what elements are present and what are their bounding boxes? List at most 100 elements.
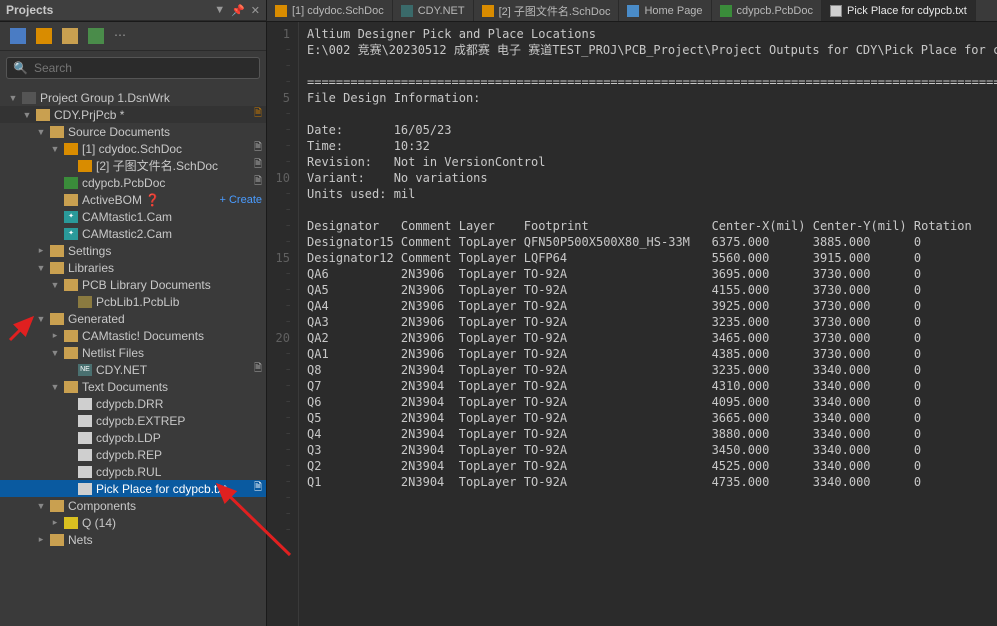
file-icon xyxy=(64,330,78,342)
file-icon xyxy=(50,245,64,257)
file-icon xyxy=(78,296,92,308)
tree-node[interactable]: ▼ Libraries xyxy=(0,259,266,276)
chevron-icon[interactable]: ▼ xyxy=(36,127,46,137)
chevron-icon[interactable]: ▸ xyxy=(50,330,60,341)
file-icon xyxy=(64,194,78,206)
file-icon xyxy=(78,466,92,478)
tree-node[interactable]: ▸Settings xyxy=(0,242,266,259)
chevron-icon[interactable]: ▼ xyxy=(50,382,60,392)
file-icon: ✦ xyxy=(64,228,78,240)
node-label: CAMtastic2.Cam xyxy=(82,227,262,241)
refresh-icon[interactable] xyxy=(88,28,104,44)
panel-close-icon[interactable]: ✕ xyxy=(251,4,260,17)
file-icon xyxy=(50,262,64,274)
file-icon: NE xyxy=(78,364,92,376)
tree-node[interactable]: ✦ CAMtastic2.Cam xyxy=(0,225,266,242)
tab-cdy-net[interactable]: CDY.NET xyxy=(393,0,474,21)
tree-node[interactable]: ▼Generated xyxy=(0,310,266,327)
tree-node[interactable]: cdypcb.LDP xyxy=(0,429,266,446)
status-icon: 🗎 xyxy=(250,157,262,174)
tab-home-page[interactable]: Home Page xyxy=(619,0,711,21)
chevron-icon[interactable]: ▸ xyxy=(50,517,60,528)
chevron-icon[interactable]: ▸ xyxy=(36,534,46,545)
chevron-icon[interactable]: ▼ xyxy=(8,93,18,103)
tab-cdypcb-pcbdoc[interactable]: cdypcb.PcbDoc xyxy=(712,0,822,21)
panel-pin-icon[interactable]: 📌 xyxy=(231,4,245,17)
node-label: Nets xyxy=(68,533,262,547)
tree-node[interactable]: Pick Place for cdypcb.txt🗎 xyxy=(0,480,266,497)
tree-node[interactable]: ▼ Source Documents xyxy=(0,123,266,140)
search-icon: 🔍 xyxy=(13,61,28,75)
tree-node[interactable]: ▼ Project Group 1.DsnWrk xyxy=(0,89,266,106)
tree-node[interactable]: ▼Netlist Files xyxy=(0,344,266,361)
chevron-icon[interactable]: ▼ xyxy=(50,144,60,154)
search-bar[interactable]: 🔍 xyxy=(6,57,260,79)
node-label: Project Group 1.DsnWrk xyxy=(40,91,262,105)
file-icon: ✦ xyxy=(64,211,78,223)
chevron-icon[interactable]: ▼ xyxy=(36,314,46,324)
chevron-icon[interactable]: ▼ xyxy=(36,501,46,511)
tree-node[interactable]: cdypcb.DRR xyxy=(0,395,266,412)
tree-node[interactable]: NECDY.NET🗎 xyxy=(0,361,266,378)
tree-node[interactable]: ▼[1] cdydoc.SchDoc🗎 xyxy=(0,140,266,157)
file-icon xyxy=(50,313,64,325)
node-label: cdypcb.EXTREP xyxy=(96,414,262,428)
create-link[interactable]: + Create xyxy=(220,194,263,206)
open-project-icon[interactable] xyxy=(62,28,78,44)
tab-label: CDY.NET xyxy=(418,5,465,17)
tab--1-cdydoc-schdoc[interactable]: [1] cdydoc.SchDoc xyxy=(267,0,393,21)
tree-node[interactable]: ▸CAMtastic! Documents xyxy=(0,327,266,344)
tree-node[interactable]: ▸Q (14) xyxy=(0,514,266,531)
tree-node[interactable]: ▸ Nets xyxy=(0,531,266,548)
compile-icon[interactable] xyxy=(36,28,52,44)
code-content: Altium Designer Pick and Place Locations… xyxy=(307,26,989,490)
tab-label: Pick Place for cdypcb.txt xyxy=(847,5,967,17)
node-label: Libraries xyxy=(68,261,262,275)
save-icon[interactable] xyxy=(10,28,26,44)
text-editor: 1———5————10————15————20———————————— Alti… xyxy=(267,22,997,626)
tree-node[interactable]: ▼Components xyxy=(0,497,266,514)
tree-node[interactable]: ▼Text Documents xyxy=(0,378,266,395)
chevron-icon[interactable]: ▼ xyxy=(50,280,60,290)
search-input[interactable] xyxy=(34,61,253,75)
node-label: ActiveBOM ❓ xyxy=(82,193,212,207)
sch-icon xyxy=(275,5,287,17)
tree-node[interactable]: ▼CDY.PrjPcb *🗎 xyxy=(0,106,266,123)
tab-label: Home Page xyxy=(644,5,702,17)
toolbar-more-icon[interactable]: ⋯ xyxy=(114,28,130,44)
tree-node[interactable]: ✦ CAMtastic1.Cam xyxy=(0,208,266,225)
chevron-icon[interactable]: ▼ xyxy=(22,110,32,120)
file-icon xyxy=(64,347,78,359)
node-label: [2] 子图文件名.SchDoc xyxy=(96,157,246,174)
file-icon xyxy=(64,279,78,291)
panel-title: Projects xyxy=(6,3,208,17)
chevron-icon[interactable]: ▼ xyxy=(50,348,60,358)
tree-node[interactable]: ▼ PCB Library Documents xyxy=(0,276,266,293)
tree-node[interactable]: cdypcb.RUL xyxy=(0,463,266,480)
tree-node[interactable]: ActiveBOM ❓ + Create xyxy=(0,191,266,208)
node-label: CAMtastic1.Cam xyxy=(82,210,262,224)
code-area[interactable]: Altium Designer Pick and Place Locations… xyxy=(299,22,997,626)
panel-toolbar: ⋯ xyxy=(0,22,266,51)
chevron-icon[interactable]: ▼ xyxy=(36,263,46,273)
tree-node[interactable]: cdypcb.EXTREP xyxy=(0,412,266,429)
node-label: cdypcb.REP xyxy=(96,448,262,462)
file-icon xyxy=(78,160,92,172)
tree-node[interactable]: [2] 子图文件名.SchDoc🗎 xyxy=(0,157,266,174)
sch-icon xyxy=(482,5,494,17)
node-label: Source Documents xyxy=(68,125,262,139)
tree-node[interactable]: cdypcb.REP xyxy=(0,446,266,463)
tree-node[interactable]: PcbLib1.PcbLib xyxy=(0,293,266,310)
project-tree[interactable]: ▼Project Group 1.DsnWrk▼CDY.PrjPcb *🗎▼So… xyxy=(0,85,266,626)
tab-pick-place-for-cdypcb-txt[interactable]: Pick Place for cdypcb.txt xyxy=(822,0,976,21)
tab-label: [2] 子图文件名.SchDoc xyxy=(499,3,611,19)
panel-dropdown-icon[interactable]: ▼ xyxy=(214,4,225,16)
status-icon: 🗎 xyxy=(250,361,262,378)
file-icon xyxy=(78,398,92,410)
tree-node[interactable]: cdypcb.PcbDoc🗎 xyxy=(0,174,266,191)
node-label: PCB Library Documents xyxy=(82,278,262,292)
node-label: cdypcb.PcbDoc xyxy=(82,176,246,190)
chevron-icon[interactable]: ▸ xyxy=(36,245,46,256)
tab--2-schdoc[interactable]: [2] 子图文件名.SchDoc xyxy=(474,0,620,21)
file-icon xyxy=(64,177,78,189)
